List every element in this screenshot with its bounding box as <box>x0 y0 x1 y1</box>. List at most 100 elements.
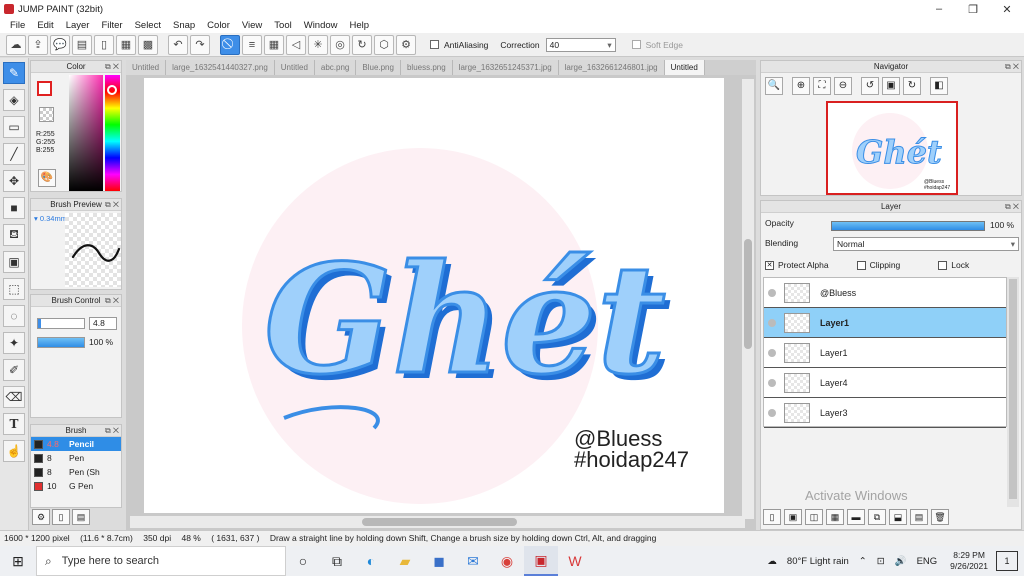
new-folder-icon[interactable]: ▬ <box>847 509 865 525</box>
snap-off-icon[interactable]: ⃠ <box>220 34 240 55</box>
layer-list-scrollbar[interactable] <box>1007 277 1019 507</box>
message-icon[interactable]: ▤ <box>72 34 92 55</box>
menu-window[interactable]: Window <box>298 20 344 31</box>
layer-visibility-icon[interactable] <box>768 288 776 297</box>
rotate-right-icon[interactable]: ↻ <box>903 77 921 95</box>
tray-expand-icon[interactable]: ⌃ <box>859 556 867 567</box>
text-tool-icon[interactable]: T <box>3 413 25 435</box>
canvas-vertical-scrollbar[interactable] <box>742 79 754 519</box>
layout-icon[interactable]: ▩ <box>138 34 158 55</box>
snap-circle-icon[interactable]: ◎ <box>330 34 350 55</box>
bucket-tool-icon[interactable]: ⛾ <box>3 224 25 246</box>
jump-paint-task-icon[interactable]: ▣ <box>524 546 558 576</box>
lock-checkbox[interactable] <box>938 260 948 270</box>
tab-large-1632651245371[interactable]: large_1632651245371.jpg <box>452 60 559 75</box>
rotate-left-icon[interactable]: ↺ <box>861 77 879 95</box>
notification-center-icon[interactable]: 1 <box>996 551 1018 571</box>
saturation-value-picker[interactable] <box>69 75 103 191</box>
layer-row-bluess[interactable]: @Bluess <box>764 278 1006 308</box>
tab-untitled-1[interactable]: Untitled <box>126 60 167 75</box>
snap-perspective-icon[interactable]: ◁ <box>286 34 306 55</box>
drawing-canvas[interactable]: Ghét Ghét @Bluess #hoidap247 <box>144 78 724 513</box>
taskbar-search[interactable]: ⌕ Type here to search <box>36 546 286 576</box>
new-layer-icon[interactable]: ▯ <box>763 509 781 525</box>
gradient-tool-icon[interactable]: ▣ <box>3 251 25 273</box>
horizontal-scroll-thumb[interactable] <box>362 518 517 526</box>
weather-text[interactable]: 80°F Light rain <box>787 556 849 567</box>
document-icon[interactable]: ▦ <box>116 34 136 55</box>
brush-opacity-slider[interactable] <box>37 337 85 348</box>
menu-edit[interactable]: Edit <box>31 20 59 31</box>
snap-grid-icon[interactable]: ▦ <box>264 34 284 55</box>
duplicate-layer-icon[interactable]: ⧉ <box>868 509 886 525</box>
menu-filter[interactable]: Filter <box>95 20 128 31</box>
layer-scroll-thumb[interactable] <box>1009 279 1017 499</box>
brush-item-pencil[interactable]: 4.8 Pencil <box>31 437 121 451</box>
edge-icon[interactable]: ◐ <box>354 546 388 576</box>
menu-layer[interactable]: Layer <box>60 20 96 31</box>
layer-visibility-icon[interactable] <box>768 348 776 357</box>
select-rect-tool-icon[interactable]: ▭ <box>3 116 25 138</box>
delete-layer-icon[interactable]: 🗑 <box>931 509 949 525</box>
tab-large-1632661246801[interactable]: large_1632661246801.jpg <box>558 60 665 75</box>
chrome-icon[interactable]: ◉ <box>490 546 524 576</box>
snap-settings-icon[interactable]: ⚙ <box>396 34 416 55</box>
mail-icon[interactable]: ✉ <box>456 546 490 576</box>
flip-icon[interactable]: ◧ <box>930 77 948 95</box>
new-color-layer-icon[interactable]: ▣ <box>784 509 802 525</box>
brush-item-g-pen[interactable]: 10 G Pen <box>31 479 121 493</box>
redo-icon[interactable]: ↷ <box>190 34 210 55</box>
new-halftone-layer-icon[interactable]: ◫ <box>805 509 823 525</box>
task-view-icon[interactable]: ⧉ <box>320 546 354 576</box>
magic-wand-tool-icon[interactable]: ✦ <box>3 332 25 354</box>
new-raster-layer-icon[interactable]: ▦ <box>826 509 844 525</box>
panel-controls-icon[interactable]: ⧉ ✕ <box>1005 201 1019 213</box>
snap-parallel-icon[interactable]: ≡ <box>242 34 262 55</box>
eraser-tool-icon[interactable]: ◈ <box>3 89 25 111</box>
layer-visibility-icon[interactable] <box>768 318 776 327</box>
new-brush-icon[interactable]: ▯ <box>52 509 70 525</box>
tab-untitled-active[interactable]: Untitled <box>664 60 705 75</box>
network-icon[interactable]: ⊡ <box>877 556 885 567</box>
menu-view[interactable]: View <box>236 20 268 31</box>
vertical-scroll-thumb[interactable] <box>744 239 752 349</box>
layer-opacity-slider[interactable] <box>831 221 985 231</box>
menu-select[interactable]: Select <box>129 20 167 31</box>
pencil-tool-icon[interactable]: ✎ <box>3 62 25 84</box>
export-icon[interactable]: ⇪ <box>28 34 48 55</box>
layer-visibility-icon[interactable] <box>768 378 776 387</box>
lasso-tool-icon[interactable]: ◌ <box>3 305 25 327</box>
transparent-color-swatch[interactable] <box>39 107 54 122</box>
maximize-button[interactable]: ❐ <box>956 0 990 18</box>
menu-file[interactable]: File <box>4 20 31 31</box>
clock[interactable]: 8:29 PM 9/26/2021 <box>950 550 988 572</box>
panel-controls-icon[interactable]: ⧉ ✕ <box>105 295 119 307</box>
softedge-checkbox[interactable] <box>631 40 641 49</box>
merge-layer-icon[interactable]: ⬓ <box>889 509 907 525</box>
zoom-out-icon[interactable]: ⊖ <box>834 77 852 95</box>
correction-select[interactable]: 40 <box>545 37 616 52</box>
palette-icon[interactable]: 🎨 <box>38 169 56 187</box>
lasso-rect-tool-icon[interactable]: ⬚ <box>3 278 25 300</box>
cortana-icon[interactable]: ○ <box>286 546 320 576</box>
brush-item-pen-shape[interactable]: 8 Pen (Sh <box>31 465 121 479</box>
brush-size-slider[interactable] <box>37 318 85 329</box>
foreground-color-swatch[interactable] <box>37 81 52 96</box>
brush-size-field[interactable]: 4.8 <box>89 317 117 330</box>
snap-curve-icon[interactable]: ↻ <box>352 34 372 55</box>
zoom-actual-icon[interactable]: ⛶ <box>813 77 831 95</box>
panel-controls-icon[interactable]: ⧉ ✕ <box>105 199 119 211</box>
volume-icon[interactable]: 🔊 <box>895 556 907 567</box>
hand-tool-icon[interactable]: ☝ <box>3 440 25 462</box>
move-tool-icon[interactable]: ✥ <box>3 170 25 192</box>
brush-item-pen[interactable]: 8 Pen <box>31 451 121 465</box>
wps-icon[interactable]: W <box>558 546 592 576</box>
tab-blue[interactable]: Blue.png <box>356 60 401 75</box>
layer-row-layer4[interactable]: Layer4 <box>764 368 1006 398</box>
menu-tool[interactable]: Tool <box>268 20 297 31</box>
clipping-checkbox[interactable] <box>856 260 866 270</box>
file-explorer-icon[interactable]: ▰ <box>388 546 422 576</box>
zoom-fit-icon[interactable]: 🔍 <box>765 77 783 95</box>
close-button[interactable]: ✕ <box>990 0 1024 18</box>
layer-row-layer1-selected[interactable]: Layer1 <box>764 308 1006 338</box>
